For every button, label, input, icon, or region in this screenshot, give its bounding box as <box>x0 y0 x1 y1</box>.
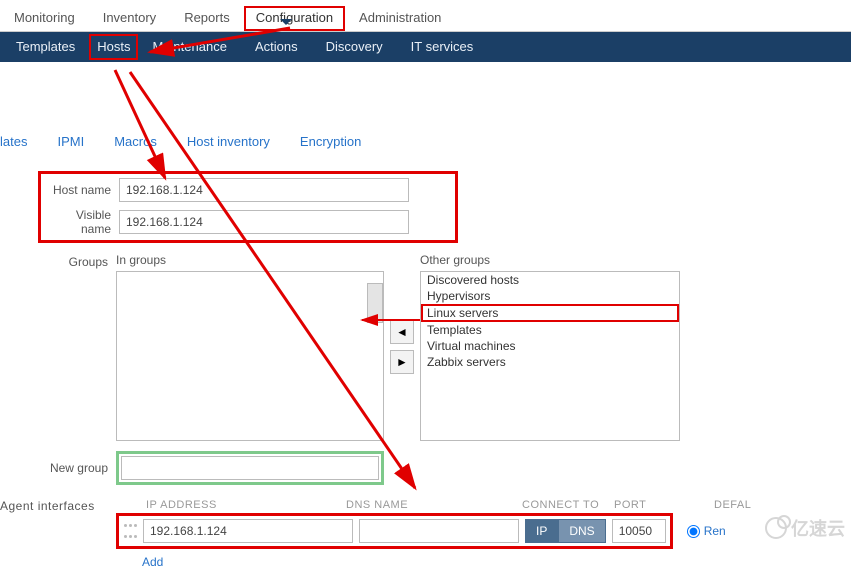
remove-link[interactable]: Ren <box>704 524 726 538</box>
drag-handle-icon[interactable] <box>123 521 137 541</box>
col-ip-address: IP ADDRESS <box>116 499 346 513</box>
label-in-groups: In groups <box>116 253 384 267</box>
group-zabbix-servers[interactable]: Zabbix servers <box>421 354 679 370</box>
tab-macros[interactable]: Macros <box>104 130 167 153</box>
listbox-in-groups[interactable] <box>116 271 384 441</box>
nav-reports[interactable]: Reports <box>170 6 244 31</box>
input-visible-name[interactable] <box>119 210 409 234</box>
agent-interface-row: IP DNS <box>116 513 673 549</box>
group-discovered-hosts[interactable]: Discovered hosts <box>421 272 679 288</box>
label-agent-interfaces: Agent interfaces <box>0 499 116 513</box>
input-agent-dns[interactable] <box>359 519 519 543</box>
toggle-dns-button[interactable]: DNS <box>558 519 605 543</box>
input-host-name[interactable] <box>119 178 409 202</box>
toggle-ip-button[interactable]: IP <box>525 519 558 543</box>
group-linux-servers[interactable]: Linux servers <box>421 304 679 322</box>
subnav-discovery[interactable]: Discovery <box>312 32 397 62</box>
nav-inventory[interactable]: Inventory <box>89 6 170 31</box>
label-groups: Groups <box>0 253 116 269</box>
nav-monitoring[interactable]: Monitoring <box>0 6 89 31</box>
tab-truncated[interactable]: lates <box>0 130 37 153</box>
subnav-maintenance[interactable]: Maintenance <box>138 32 240 62</box>
col-connect-to: CONNECT TO <box>522 499 614 513</box>
listbox-other-groups[interactable]: Discovered hosts Hypervisors Linux serve… <box>420 271 680 441</box>
group-templates[interactable]: Templates <box>421 322 679 338</box>
input-agent-ip[interactable] <box>143 519 353 543</box>
label-new-group: New group <box>0 461 116 475</box>
subnav-templates[interactable]: Templates <box>2 32 89 62</box>
tab-ipmi[interactable]: IPMI <box>47 130 94 153</box>
add-interface-link[interactable]: Add <box>142 555 851 569</box>
tab-encryption[interactable]: Encryption <box>290 130 371 153</box>
subnav-it-services[interactable]: IT services <box>397 32 488 62</box>
subnav-hosts[interactable]: Hosts <box>89 34 138 60</box>
watermark-icon <box>765 517 787 539</box>
group-virtual-machines[interactable]: Virtual machines <box>421 338 679 354</box>
input-agent-port[interactable] <box>612 519 666 543</box>
tab-host-inventory[interactable]: Host inventory <box>177 130 280 153</box>
col-default: DEFAL <box>664 499 730 513</box>
input-new-group[interactable] <box>121 456 379 480</box>
move-right-button[interactable]: ► <box>390 350 414 374</box>
connect-to-toggle: IP DNS <box>525 519 606 543</box>
label-host-name: Host name <box>43 183 119 197</box>
col-port: PORT <box>614 499 664 513</box>
col-dns-name: DNS NAME <box>346 499 522 513</box>
radio-default[interactable] <box>687 525 700 538</box>
label-other-groups: Other groups <box>420 253 680 267</box>
scrollbar[interactable] <box>367 283 383 323</box>
move-left-button[interactable]: ◄ <box>390 320 414 344</box>
label-visible-name: Visible name <box>43 208 119 236</box>
group-hypervisors[interactable]: Hypervisors <box>421 288 679 304</box>
nav-administration[interactable]: Administration <box>345 6 455 31</box>
subnav-actions[interactable]: Actions <box>241 32 312 62</box>
watermark: 亿速云 <box>765 515 845 541</box>
nav-configuration[interactable]: Configuration <box>244 6 345 31</box>
